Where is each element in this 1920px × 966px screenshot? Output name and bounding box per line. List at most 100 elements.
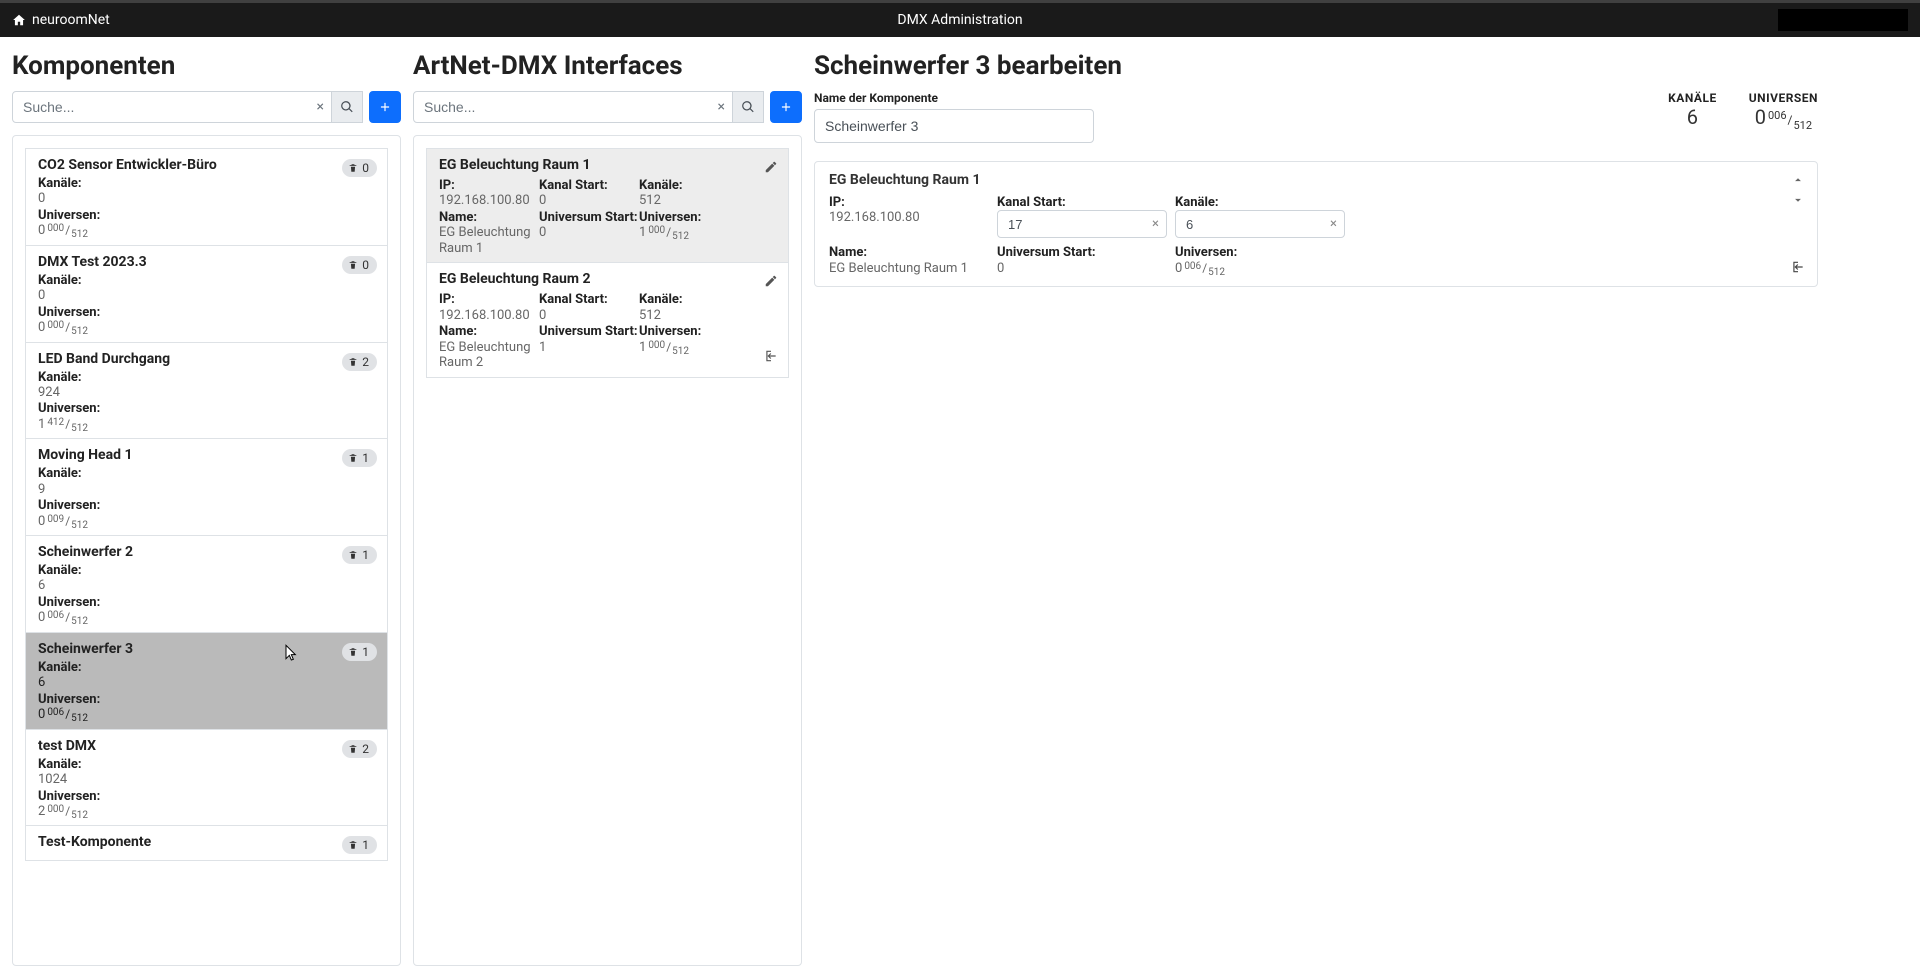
universen-label: Universen: <box>38 499 375 513</box>
page-title: DMX Administration <box>897 12 1022 28</box>
kanale-input[interactable] <box>1175 210 1345 238</box>
kanale-value: 1024 <box>38 772 375 788</box>
navbar-brand[interactable]: neuroomNet <box>0 12 110 28</box>
universen-value: 0 000/512 <box>38 223 375 239</box>
universen-value: 0 009/512 <box>38 514 375 530</box>
kanale-label: Kanäle: <box>38 177 375 191</box>
ip-label: IP: <box>439 179 539 193</box>
card-title: EG Beleuchtung Raum 2 <box>439 271 776 287</box>
universen-label: Universen: <box>38 790 375 804</box>
kanale-value: 6 <box>38 578 375 594</box>
universen-value: 0 006/512 <box>38 707 375 723</box>
name-value: EG Beleuchtung Raum 2 <box>439 340 539 371</box>
plus-icon <box>378 100 392 114</box>
komponenten-card[interactable]: Scheinwerfer 3 1 Kanäle: 6Universen: 0 0… <box>25 633 388 730</box>
interface-count-badge: 2 <box>342 353 377 371</box>
komponenten-card[interactable]: Scheinwerfer 2 1 Kanäle: 6Universen: 0 0… <box>25 536 388 633</box>
assignment-title: EG Beleuchtung Raum 1 <box>829 172 1803 188</box>
universen-label: Universen: <box>639 211 776 225</box>
kanale-value: 512 <box>639 193 776 209</box>
edit-icon <box>764 160 778 174</box>
universen-value: 1 412/512 <box>38 417 375 433</box>
universen-label: Universen: <box>38 596 375 610</box>
card-title: test DMX <box>38 738 375 754</box>
universen-label: UNIVERSEN <box>1749 91 1818 105</box>
universum-start-value: 1 <box>539 340 639 356</box>
kanale-value: 6 <box>1668 105 1717 129</box>
interface-count-badge: 0 <box>342 256 377 274</box>
move-up-button[interactable] <box>1791 170 1805 189</box>
komponenten-card[interactable]: CO2 Sensor Entwickler-Büro 0 Kanäle: 0Un… <box>25 148 388 246</box>
universen-label: Universen: <box>38 693 375 707</box>
assign-action-button[interactable] <box>1791 257 1805 276</box>
interfaces-add-button[interactable] <box>770 91 802 123</box>
kanale-label: KANÄLE <box>1668 91 1717 105</box>
kanal-start-input[interactable] <box>997 210 1167 238</box>
komponenten-card[interactable]: test DMX 2 Kanäle: 1024Universen: 2 000/… <box>25 730 388 827</box>
universen-value: 2 000/512 <box>38 804 375 820</box>
kanal-start-label: Kanal Start: <box>539 179 639 193</box>
card-title: Scheinwerfer 2 <box>38 544 375 560</box>
interface-count-badge: 1 <box>342 449 377 467</box>
universen-value: 0 006/512 <box>1749 105 1818 129</box>
komponenten-card[interactable]: DMX Test 2023.3 0 Kanäle: 0Universen: 0 … <box>25 246 388 343</box>
interface-card[interactable]: EG Beleuchtung Raum 2 IP:192.168.100.80 … <box>426 263 789 377</box>
ip-value: 192.168.100.80 <box>829 210 989 226</box>
komponenten-search-input[interactable] <box>12 91 332 123</box>
interfaces-search-button[interactable] <box>732 91 764 123</box>
trash-icon <box>348 356 358 368</box>
brand-text: neuroomNet <box>32 12 110 28</box>
move-down-button[interactable] <box>1791 190 1805 209</box>
assign-interface-button[interactable] <box>764 348 778 367</box>
trash-icon <box>348 259 358 271</box>
name-label: Name: <box>439 211 539 225</box>
komponenten-search-button[interactable] <box>331 91 363 123</box>
interface-card[interactable]: EG Beleuchtung Raum 1 IP:192.168.100.80 … <box>426 148 789 263</box>
kanale-value: 0 <box>38 191 375 207</box>
trash-icon <box>348 839 358 851</box>
component-name-input[interactable] <box>814 109 1094 143</box>
universum-start-label: Universum Start: <box>539 211 639 225</box>
home-icon <box>12 13 26 27</box>
komponenten-card[interactable]: LED Band Durchgang 2 Kanäle: 924Universe… <box>25 343 388 440</box>
card-title: Moving Head 1 <box>38 447 375 463</box>
komponenten-card[interactable]: Test-Komponente 1 <box>25 826 388 861</box>
plus-icon <box>779 100 793 114</box>
interface-count-badge: 1 <box>342 643 377 661</box>
komponenten-card[interactable]: Moving Head 1 1 Kanäle: 9Universen: 0 00… <box>25 439 388 536</box>
kanale-value: 9 <box>38 482 375 498</box>
edit-icon <box>764 274 778 288</box>
card-title: DMX Test 2023.3 <box>38 254 375 270</box>
kanale-label: Kanäle: <box>38 467 375 481</box>
interfaces-search-input[interactable] <box>413 91 733 123</box>
clear-input-icon[interactable]: × <box>1152 217 1159 232</box>
card-title: LED Band Durchgang <box>38 351 375 367</box>
edit-interface-button[interactable] <box>764 159 778 178</box>
clear-search-icon[interactable]: × <box>718 100 725 114</box>
chevron-down-icon <box>1791 193 1805 207</box>
kanale-label: Kanäle: <box>38 758 375 772</box>
ip-value: 192.168.100.80 <box>439 308 539 324</box>
kanal-start-label: Kanal Start: <box>997 196 1167 210</box>
editor-heading: Scheinwerfer 3 bearbeiten <box>814 51 1818 81</box>
kanale-label: Kanäle: <box>38 564 375 578</box>
assignment-card: EG Beleuchtung Raum 1 IP: 192.168.100.80… <box>814 161 1818 287</box>
trash-icon <box>348 743 358 755</box>
universum-start-value: 0 <box>539 225 639 241</box>
interface-count-badge: 1 <box>342 546 377 564</box>
komponenten-add-button[interactable] <box>369 91 401 123</box>
name-label: Name: <box>829 246 989 260</box>
edit-interface-button[interactable] <box>764 273 778 292</box>
trash-icon <box>348 646 358 658</box>
signin-icon <box>764 349 778 363</box>
name-value: EG Beleuchtung Raum 1 <box>439 225 539 256</box>
clear-search-icon[interactable]: × <box>317 100 324 114</box>
card-title: Scheinwerfer 3 <box>38 641 375 657</box>
card-title: Test-Komponente <box>38 834 375 850</box>
trash-icon <box>348 549 358 561</box>
interfaces-heading: ArtNet-DMX Interfaces <box>413 51 802 81</box>
name-value: EG Beleuchtung Raum 1 <box>829 261 989 277</box>
kanal-start-value: 0 <box>539 193 639 209</box>
clear-input-icon[interactable]: × <box>1330 217 1337 232</box>
universen-label: Universen: <box>38 306 375 320</box>
